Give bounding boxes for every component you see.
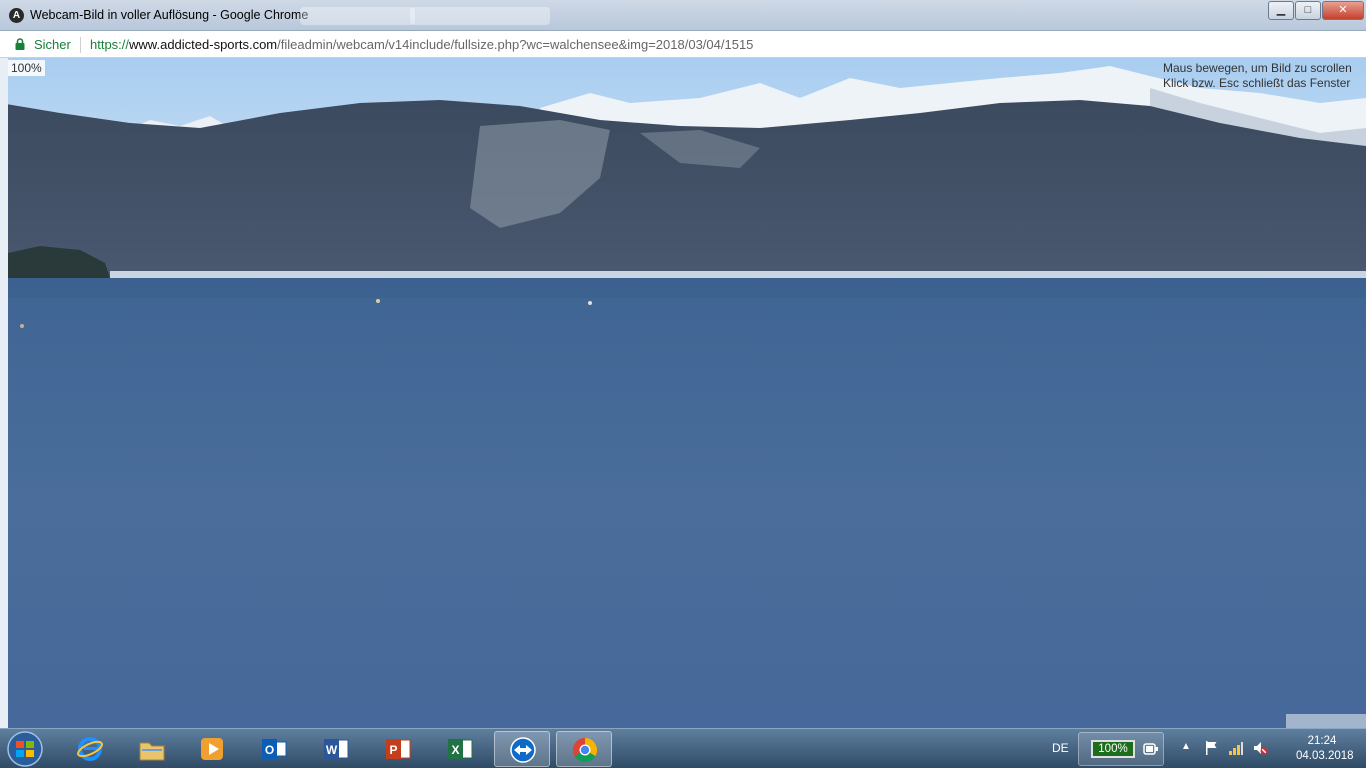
outlook-icon: O: [262, 739, 287, 759]
secure-label[interactable]: Sicher: [34, 37, 71, 52]
left-edge-strip: [0, 58, 8, 728]
flag-action-center-icon[interactable]: [1204, 740, 1218, 756]
title-bar: A Webcam-Bild in voller Auflösung - Goog…: [0, 0, 1366, 31]
powerpoint-icon: P: [386, 739, 411, 759]
address-separator: [80, 37, 81, 53]
network-signal-icon[interactable]: [1228, 740, 1244, 756]
excel-icon: X: [448, 739, 473, 759]
chrome-icon: [572, 738, 598, 763]
windows-start-icon[interactable]: [3, 730, 47, 768]
language-indicator[interactable]: DE: [1052, 741, 1069, 755]
ie-icon: [77, 737, 103, 761]
url-field[interactable]: https://www.addicted-sports.com/fileadmi…: [90, 37, 753, 52]
background-tab-ghost: [300, 7, 415, 25]
svg-text:P: P: [389, 743, 397, 757]
show-hidden-icons-chevron[interactable]: ▲: [1181, 741, 1191, 752]
svg-text:W: W: [326, 743, 338, 757]
svg-text:X: X: [451, 743, 459, 757]
zoom-indicator: 100%: [8, 60, 45, 76]
taskbar-excel[interactable]: X: [432, 731, 488, 767]
taskbar-explorer[interactable]: [124, 731, 180, 767]
shoreline: [110, 271, 1366, 278]
taskbar-chrome[interactable]: [556, 731, 612, 767]
app-icon: A: [9, 8, 24, 23]
taskbar-word[interactable]: W: [308, 731, 364, 767]
close-button[interactable]: ✕: [1322, 1, 1364, 20]
minimize-button[interactable]: ▁: [1268, 1, 1294, 20]
svg-text:O: O: [265, 743, 274, 757]
power-plug-icon: [1143, 743, 1158, 755]
clock-date: 04.03.2018: [1296, 750, 1354, 762]
url-path: /fileadmin/webcam/v14include/fullsize.ph…: [277, 37, 754, 52]
url-scheme: https://: [90, 37, 130, 52]
folder-icon: [139, 742, 165, 761]
scroll-hint: Maus bewegen, um Bild zu scrollen: [1163, 61, 1352, 75]
word-icon: W: [324, 739, 349, 759]
window-title: Webcam-Bild in voller Auflösung - Google…: [30, 8, 309, 22]
webcam-image-area[interactable]: 100% Maus bewegen, um Bild zu scrollen K…: [0, 58, 1366, 728]
webcam-image[interactable]: [0, 58, 1366, 728]
address-bar[interactable]: Sicher https://www.addicted-sports.com/f…: [0, 31, 1366, 58]
battery-widget[interactable]: 100%: [1078, 732, 1164, 766]
taskbar: O W P X DE 100% ▲ 21:24 04.03.2018: [0, 728, 1366, 768]
taskbar-ie[interactable]: [62, 731, 118, 767]
lake-far-edge: [0, 278, 1366, 298]
system-clock[interactable]: 21:24 04.03.2018: [1296, 734, 1354, 764]
lake: [0, 278, 1366, 728]
clock-time: 21:24: [1307, 735, 1337, 747]
taskbar-powerpoint[interactable]: P: [370, 731, 426, 767]
taskbar-teamviewer[interactable]: [494, 731, 550, 767]
surfer-dot: [20, 324, 24, 328]
maximize-button[interactable]: □: [1295, 1, 1321, 20]
surfer-dot: [588, 301, 592, 305]
taskbar-outlook[interactable]: O: [246, 731, 302, 767]
corner-overlay: [1286, 714, 1366, 728]
taskbar-media-player[interactable]: [184, 731, 240, 767]
teamviewer-icon: [510, 737, 536, 763]
close-hint: Klick bzw. Esc schließt das Fenster: [1163, 76, 1351, 90]
lock-icon[interactable]: [14, 38, 26, 50]
url-host: www.addicted-sports.com: [129, 37, 278, 52]
volume-muted-icon[interactable]: [1252, 740, 1268, 756]
media-player-icon: [201, 738, 223, 760]
surfer-dot: [376, 299, 380, 303]
battery-level: 100%: [1091, 740, 1135, 758]
background-tab-ghost: [410, 7, 550, 25]
